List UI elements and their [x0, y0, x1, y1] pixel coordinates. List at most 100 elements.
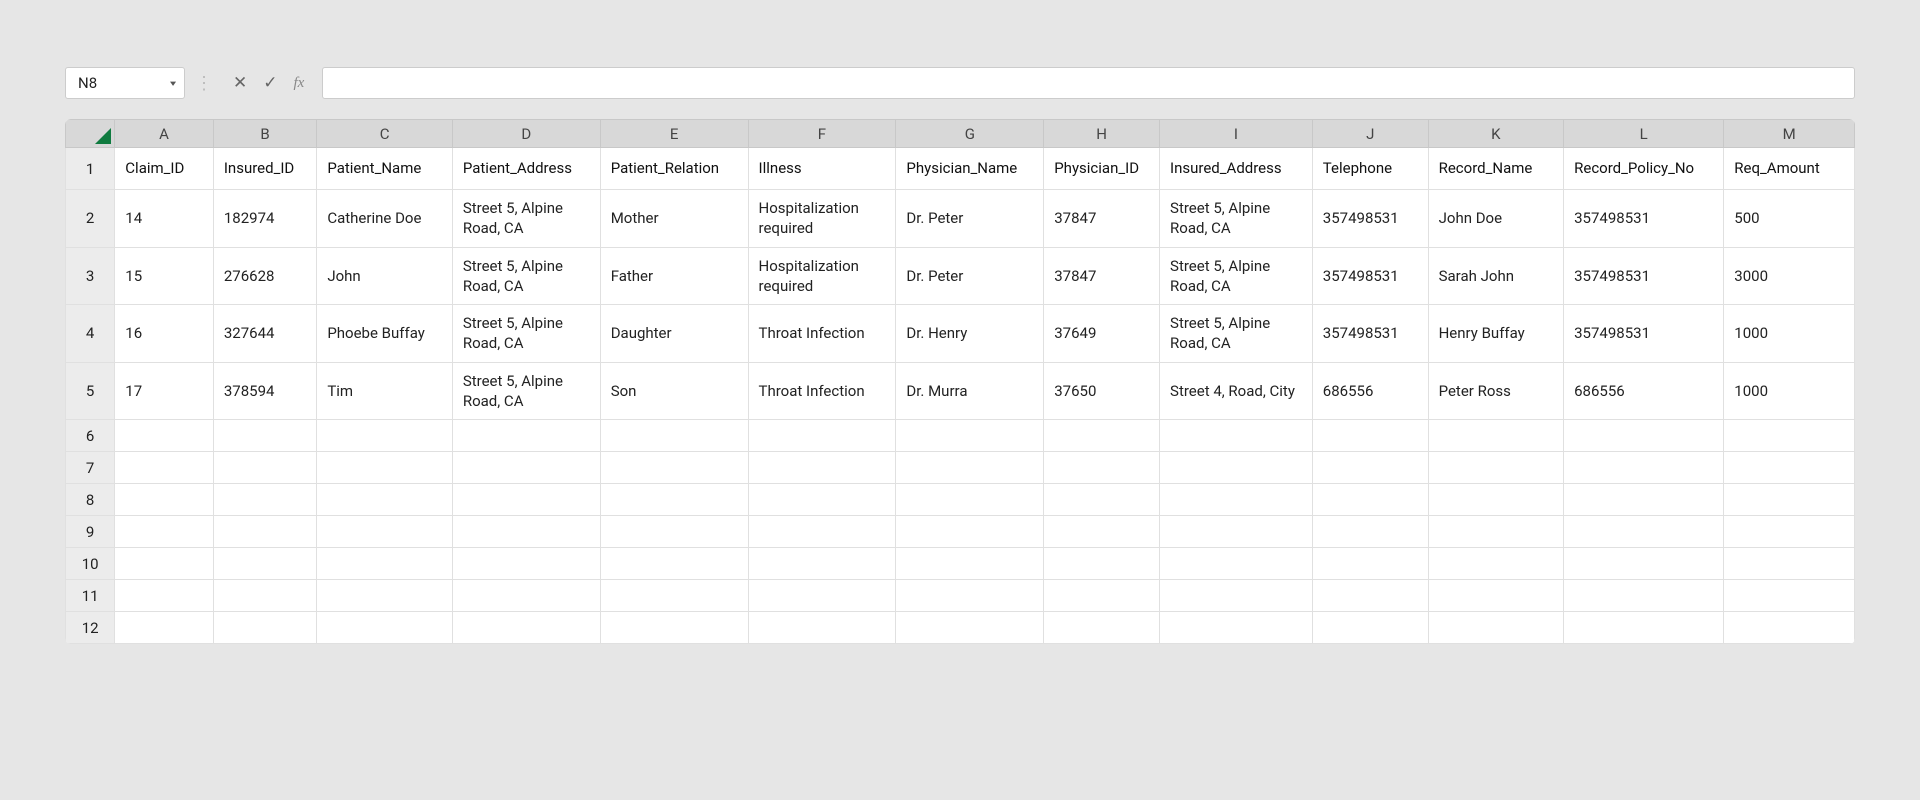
cell[interactable]: [1160, 580, 1313, 612]
cell[interactable]: Dr. Henry: [896, 305, 1044, 363]
cell[interactable]: 378594: [213, 362, 316, 420]
cell[interactable]: [1044, 612, 1160, 644]
cell[interactable]: [896, 612, 1044, 644]
cell[interactable]: [1428, 580, 1564, 612]
cell[interactable]: Phoebe Buffay: [317, 305, 453, 363]
cell[interactable]: Insured_ID: [213, 148, 316, 190]
cell[interactable]: [1564, 420, 1724, 452]
cell[interactable]: Daughter: [600, 305, 748, 363]
row-header[interactable]: 8: [66, 484, 115, 516]
cell[interactable]: 37847: [1044, 247, 1160, 305]
cell[interactable]: [896, 580, 1044, 612]
row-header[interactable]: 11: [66, 580, 115, 612]
cell[interactable]: 357498531: [1564, 247, 1724, 305]
cell[interactable]: [317, 452, 453, 484]
cell[interactable]: [748, 516, 896, 548]
cell[interactable]: [452, 420, 600, 452]
cell[interactable]: 15: [115, 247, 214, 305]
cell[interactable]: Patient_Relation: [600, 148, 748, 190]
cell[interactable]: 14: [115, 190, 214, 248]
col-header-I[interactable]: I: [1160, 120, 1313, 148]
cell[interactable]: [748, 612, 896, 644]
cell[interactable]: Street 5, Alpine Road, CA: [452, 305, 600, 363]
cell[interactable]: [115, 580, 214, 612]
cell[interactable]: [452, 484, 600, 516]
cell[interactable]: [317, 484, 453, 516]
cell[interactable]: Physician_ID: [1044, 148, 1160, 190]
cell[interactable]: [1428, 420, 1564, 452]
cell[interactable]: [748, 580, 896, 612]
cell[interactable]: John Doe: [1428, 190, 1564, 248]
cell[interactable]: [1044, 516, 1160, 548]
cell[interactable]: John: [317, 247, 453, 305]
col-header-A[interactable]: A: [115, 120, 214, 148]
cell[interactable]: [1564, 516, 1724, 548]
cell[interactable]: [1044, 484, 1160, 516]
col-header-E[interactable]: E: [600, 120, 748, 148]
col-header-G[interactable]: G: [896, 120, 1044, 148]
cell[interactable]: [1160, 612, 1313, 644]
cell[interactable]: [1312, 484, 1428, 516]
cell[interactable]: Peter Ross: [1428, 362, 1564, 420]
cell[interactable]: [1312, 420, 1428, 452]
col-header-C[interactable]: C: [317, 120, 453, 148]
cell[interactable]: Street 5, Alpine Road, CA: [1160, 190, 1313, 248]
col-header-F[interactable]: F: [748, 120, 896, 148]
cell[interactable]: [115, 420, 214, 452]
cell[interactable]: Son: [600, 362, 748, 420]
cell[interactable]: [115, 452, 214, 484]
cell[interactable]: [317, 516, 453, 548]
cell[interactable]: [317, 612, 453, 644]
cell[interactable]: [317, 420, 453, 452]
cell[interactable]: [213, 516, 316, 548]
cell[interactable]: [213, 420, 316, 452]
cell[interactable]: 357498531: [1564, 190, 1724, 248]
cell[interactable]: [896, 516, 1044, 548]
cell[interactable]: [1312, 580, 1428, 612]
cell[interactable]: Hospitalization required: [748, 247, 896, 305]
cell[interactable]: 16: [115, 305, 214, 363]
cell[interactable]: [115, 484, 214, 516]
cell[interactable]: 357498531: [1312, 190, 1428, 248]
cell[interactable]: Sarah John: [1428, 247, 1564, 305]
cell[interactable]: [1428, 516, 1564, 548]
cell[interactable]: [600, 516, 748, 548]
cell[interactable]: Street 5, Alpine Road, CA: [452, 247, 600, 305]
cell[interactable]: [452, 548, 600, 580]
cell[interactable]: [1160, 548, 1313, 580]
cell[interactable]: Tim: [317, 362, 453, 420]
row-header[interactable]: 1: [66, 148, 115, 190]
cancel-icon[interactable]: ✕: [233, 73, 247, 93]
cell[interactable]: [317, 580, 453, 612]
cell[interactable]: 37649: [1044, 305, 1160, 363]
cell[interactable]: [1564, 580, 1724, 612]
cell[interactable]: 1000: [1724, 362, 1855, 420]
cell[interactable]: [1428, 548, 1564, 580]
cell[interactable]: [1312, 548, 1428, 580]
cell[interactable]: [1044, 548, 1160, 580]
cell[interactable]: [1044, 452, 1160, 484]
cell[interactable]: [600, 580, 748, 612]
row-header[interactable]: 6: [66, 420, 115, 452]
cell[interactable]: [1160, 420, 1313, 452]
cell[interactable]: 182974: [213, 190, 316, 248]
cell[interactable]: [452, 580, 600, 612]
cell[interactable]: [1160, 484, 1313, 516]
cell[interactable]: [115, 516, 214, 548]
cell[interactable]: Patient_Name: [317, 148, 453, 190]
cell[interactable]: Street 5, Alpine Road, CA: [1160, 305, 1313, 363]
cell[interactable]: [1564, 452, 1724, 484]
cell[interactable]: [115, 548, 214, 580]
cell[interactable]: [896, 452, 1044, 484]
col-header-L[interactable]: L: [1564, 120, 1724, 148]
cell[interactable]: Dr. Murra: [896, 362, 1044, 420]
cell[interactable]: [1564, 484, 1724, 516]
cell[interactable]: [1724, 452, 1855, 484]
cell[interactable]: [748, 548, 896, 580]
row-header[interactable]: 9: [66, 516, 115, 548]
select-all-corner[interactable]: [66, 120, 115, 148]
cell[interactable]: Street 5, Alpine Road, CA: [1160, 247, 1313, 305]
cell[interactable]: [896, 420, 1044, 452]
col-header-D[interactable]: D: [452, 120, 600, 148]
cell[interactable]: [1312, 452, 1428, 484]
